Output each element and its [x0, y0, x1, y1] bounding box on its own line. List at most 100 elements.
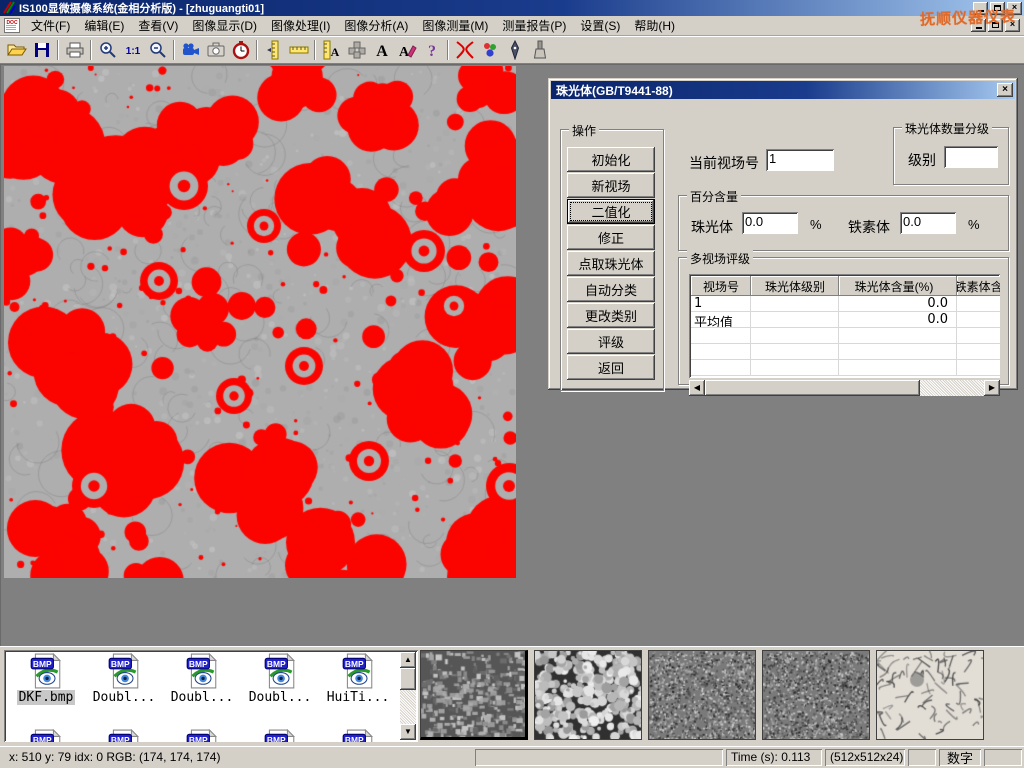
pearlite-input[interactable]: 0.0 [742, 212, 798, 234]
file-name: DKF.bmp [17, 690, 76, 705]
video-camera-icon[interactable] [178, 38, 203, 62]
thumbnail-4[interactable] [762, 650, 870, 740]
ferrite-input[interactable]: 0.0 [900, 212, 956, 234]
scrollbar-thumb[interactable] [705, 380, 920, 396]
ruler-icon[interactable] [286, 38, 311, 62]
menu-image-processing[interactable]: 图像处理(I) [264, 15, 337, 36]
file-item[interactable]: BMP Doubl... [163, 653, 241, 729]
file-item[interactable]: BMP [241, 729, 319, 742]
bmp-file-icon: BMP [28, 653, 64, 689]
zoom-out-icon[interactable] [145, 38, 170, 62]
dialog-title-bar[interactable]: 珠光体(GB/T9441-88) × [551, 81, 1015, 99]
menu-image-display[interactable]: 图像显示(D) [185, 15, 264, 36]
col-ferrite-content: 铁素体含量(%) [957, 276, 1000, 296]
grade-input[interactable] [944, 146, 998, 168]
dialog-title: 珠光体(GB/T9441-88) [556, 82, 673, 99]
cell-ferrite-content [957, 296, 1000, 312]
brush-icon[interactable] [527, 38, 552, 62]
restore-button[interactable] [990, 2, 1005, 15]
close-button[interactable]: × [1007, 2, 1022, 15]
file-list[interactable]: BMP DKF.bmp BMP Doubl... BMP Doubl... [4, 650, 418, 742]
file-item[interactable]: BMP [163, 729, 241, 742]
menu-image-measure[interactable]: 图像测量(M) [415, 15, 495, 36]
document-icon[interactable] [4, 18, 20, 33]
change-class-button[interactable]: 更改类别 [567, 303, 655, 328]
grade-group: 珠光体数量分级 级别 [893, 127, 1009, 185]
scroll-left-icon[interactable]: ◀ [689, 380, 705, 396]
file-item[interactable]: BMP Doubl... [85, 653, 163, 729]
status-spacer [984, 749, 1022, 766]
measure-text-icon[interactable]: A [319, 38, 344, 62]
app-icon [2, 1, 16, 15]
file-item[interactable]: BMP [85, 729, 163, 742]
cell-pearlite-grade [751, 296, 839, 312]
caliper-icon[interactable] [261, 38, 286, 62]
menu-settings[interactable]: 设置(S) [573, 15, 627, 36]
bmp-file-icon: BMP [106, 653, 142, 689]
timer-clock-icon[interactable] [228, 38, 253, 62]
dialog-close-icon[interactable]: × [997, 83, 1013, 97]
new-field-button[interactable]: 新视场 [567, 173, 655, 198]
menu-view[interactable]: 查看(V) [131, 15, 185, 36]
scroll-right-icon[interactable]: ▶ [984, 380, 1000, 396]
text-label-icon[interactable]: A [369, 38, 394, 62]
initialize-button[interactable]: 初始化 [567, 147, 655, 172]
pick-pearlite-button[interactable]: 点取珠光体 [567, 251, 655, 276]
minimize-button[interactable] [973, 2, 988, 15]
scrollbar-thumb[interactable] [400, 668, 416, 690]
mdi-minimize-button[interactable] [971, 19, 986, 32]
scroll-down-icon[interactable]: ▼ [400, 724, 416, 740]
print-icon[interactable] [62, 38, 87, 62]
current-view-input[interactable]: 1 [766, 149, 834, 171]
menu-help[interactable]: 帮助(H) [627, 15, 682, 36]
annotate-text-icon[interactable]: A [394, 38, 419, 62]
binarize-button[interactable]: 二值化 [567, 199, 655, 224]
menu-image-analysis[interactable]: 图像分析(A) [337, 15, 415, 36]
rating-table[interactable]: 视场号 珠光体级别 珠光体含量(%) 铁素体含量(%) 1 0.0 [689, 274, 1000, 378]
table-header-row: 视场号 珠光体级别 珠光体含量(%) 铁素体含量(%) [691, 276, 1000, 296]
rate-button[interactable]: 评级 [567, 329, 655, 354]
svg-text:BMP: BMP [345, 659, 364, 669]
binarize-curve-icon[interactable] [452, 38, 477, 62]
file-item[interactable]: BMP HuiTi... [319, 653, 397, 729]
thumbnail-3[interactable] [648, 650, 756, 740]
actual-size-icon[interactable]: 1:1 [120, 38, 145, 62]
table-horizontal-scrollbar[interactable]: ◀ ▶ [689, 380, 1000, 396]
thumbnail-1[interactable] [420, 650, 528, 740]
open-folder-icon[interactable] [4, 38, 29, 62]
svg-text:BMP: BMP [189, 735, 208, 742]
phase-classify-icon[interactable] [477, 38, 502, 62]
bmp-file-icon: BMP [262, 729, 298, 742]
table-row[interactable]: 1 0.0 [691, 296, 1000, 312]
thumbnail-2[interactable] [534, 650, 642, 740]
save-icon[interactable] [29, 38, 54, 62]
pearlite-label: 珠光体 [691, 217, 733, 237]
menu-edit[interactable]: 编辑(E) [77, 15, 131, 36]
menu-measure-report[interactable]: 测量报告(P) [495, 15, 573, 36]
svg-text:A: A [398, 45, 409, 59]
file-item[interactable]: BMP [7, 729, 85, 742]
mdi-close-button[interactable]: × [1005, 19, 1020, 32]
pointer-pen-icon[interactable] [502, 38, 527, 62]
micrograph-image[interactable] [4, 66, 516, 578]
return-button[interactable]: 返回 [567, 355, 655, 380]
image-tile-icon[interactable] [344, 38, 369, 62]
file-list-scrollbar[interactable]: ▲ ▼ [400, 652, 416, 740]
cell-view-number: 平均值 [691, 312, 751, 328]
auto-classify-button[interactable]: 自动分类 [567, 277, 655, 302]
scroll-up-icon[interactable]: ▲ [400, 652, 416, 668]
thumbnail-5[interactable] [876, 650, 984, 740]
zoom-in-icon[interactable] [95, 38, 120, 62]
file-item[interactable]: BMP DKF.bmp [7, 653, 85, 729]
menu-file[interactable]: 文件(F) [24, 15, 77, 36]
correct-button[interactable]: 修正 [567, 225, 655, 250]
grade-group-label: 珠光体数量分级 [902, 120, 992, 137]
mdi-restore-button[interactable] [988, 19, 1003, 32]
help-icon[interactable]: ? [419, 38, 444, 62]
file-item[interactable]: BMP [319, 729, 397, 742]
file-item[interactable]: BMP Doubl... [241, 653, 319, 729]
mdi-workspace: 珠光体(GB/T9441-88) × 操作 初始化 新视场 二值化 修正 点取珠… [0, 64, 1024, 646]
percent-group-label: 百分含量 [687, 188, 741, 205]
capture-camera-icon[interactable] [203, 38, 228, 62]
table-row[interactable]: 平均值 0.0 [691, 312, 1000, 328]
